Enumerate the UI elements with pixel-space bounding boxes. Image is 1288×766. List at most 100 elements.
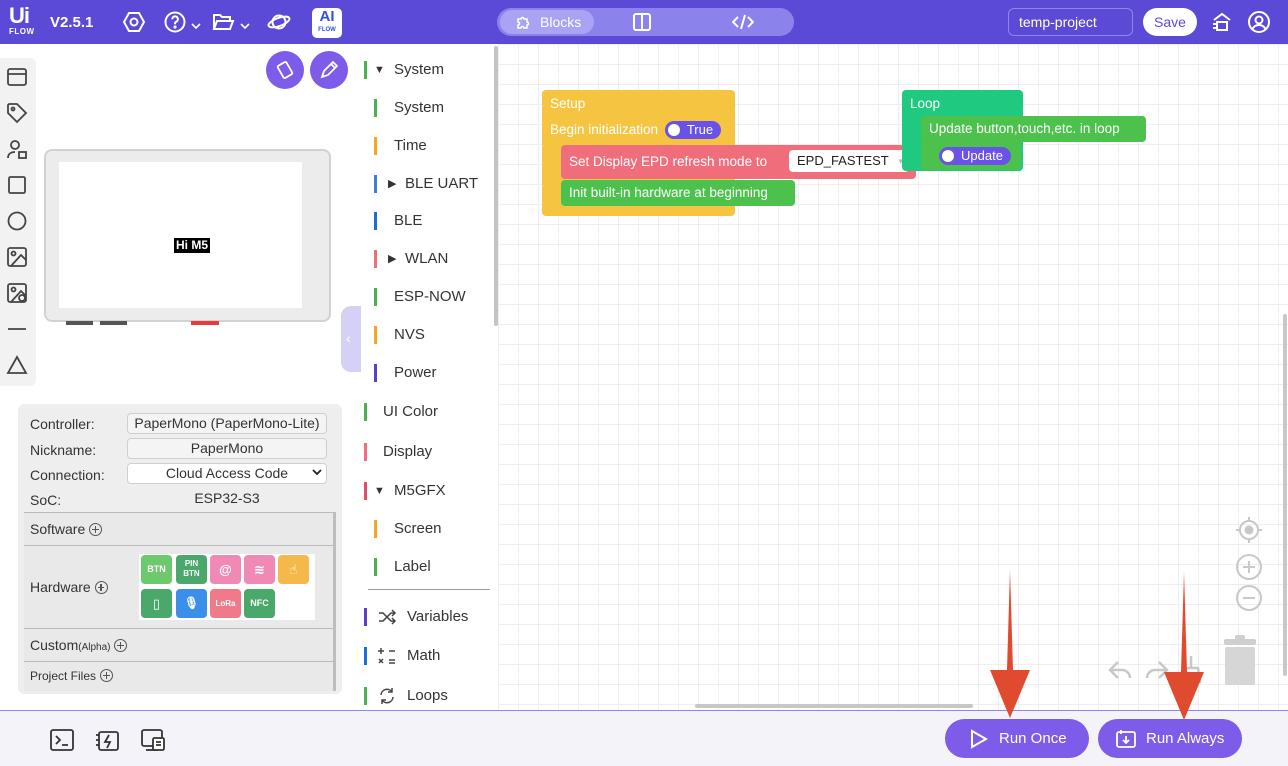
folder-chevron-down-icon[interactable] [240,17,250,30]
run-once-button[interactable]: Run Once [945,719,1089,758]
hw-chip-alarm[interactable]: ≋ [244,555,275,584]
terminal-icon[interactable] [49,727,75,753]
begin-init-toggle[interactable]: True [664,121,722,139]
category-item-m5gfx[interactable]: ▼ M5GFX [362,479,492,503]
play-icon [971,729,989,749]
category-item-ui-color[interactable]: UI Color [362,400,492,424]
category-item-system[interactable]: ▼ System [362,58,492,82]
image-plus-widget-icon[interactable] [6,282,28,304]
category-color-bar [374,175,377,193]
logo-bottom-text: FLOW [9,27,35,36]
image-widget-icon[interactable] [6,246,28,268]
project-files-section[interactable]: Project Files [24,661,336,691]
category-item-esp-now[interactable]: ESP-NOW [362,285,492,309]
category-item-time[interactable]: Time [362,134,492,158]
rotate-screen-button[interactable] [266,51,304,89]
set-display-refresh-block[interactable]: Set Display EPD refresh mode to EPD_FAST… [561,145,916,179]
category-item-screen[interactable]: Screen [362,517,492,541]
expanded-triangle-icon[interactable]: ▼ [374,58,385,82]
device-screen-icon[interactable] [140,727,166,753]
undo-icon[interactable] [1108,658,1134,684]
connection-select[interactable]: Cloud Access Code [127,463,327,484]
hw-chip-touch[interactable]: ☝ [278,555,309,584]
hw-chip-lora[interactable]: LoRa [210,589,241,618]
category-item-wlan[interactable]: ▶ WLAN [362,247,492,271]
collapsed-triangle-icon[interactable]: ▶ [388,172,396,196]
triangle-widget-icon[interactable] [6,354,28,376]
hw-chip-btn[interactable]: BTN [141,555,172,584]
hardware-title: Hardware [30,579,108,595]
hw-chip-at[interactable]: @ [210,555,241,584]
tag-widget-icon[interactable] [6,102,28,124]
refresh-mode-dropdown[interactable]: EPD_FASTEST ▾ [789,150,909,172]
category-color-bar [364,482,367,500]
workspace-horizontal-scrollbar[interactable] [695,704,973,708]
workspace-vertical-scrollbar[interactable] [1283,314,1287,676]
category-color-bar [374,99,377,117]
category-item-power[interactable]: Power [362,361,492,385]
software-section[interactable]: Software [24,512,336,546]
zoom-out-icon[interactable] [1235,584,1263,612]
user-avatar-icon[interactable] [1247,10,1271,34]
category-item-math[interactable]: Math [362,644,492,668]
line-widget-icon[interactable] [6,318,28,340]
category-item-ble-uart[interactable]: ▶ BLE UART [362,172,492,196]
category-item-variables[interactable]: Variables [362,605,492,629]
annotation-arrow-run-always [1164,572,1204,720]
category-label: Time [394,137,427,154]
run-once-label: Run Once [999,730,1067,747]
window-widget-icon[interactable] [6,66,28,88]
add-software-icon[interactable] [89,523,103,536]
rectangle-widget-icon[interactable] [6,174,28,196]
category-item-ble[interactable]: BLE [362,209,492,233]
help-icon[interactable] [163,10,187,34]
zoom-in-icon[interactable] [1235,553,1263,581]
trash-icon[interactable] [1222,635,1258,685]
user-lock-widget-icon[interactable] [6,138,28,160]
circle-widget-icon[interactable] [6,210,28,232]
hardware-section: Hardware BTN PIN BTN @ ≋ ☝ ▯ 🎙 LoRa NFC [24,545,336,629]
bottom-bar: Run Once Run Always [0,710,1288,766]
category-item-display[interactable]: Display [362,440,492,464]
save-button[interactable]: Save [1143,8,1197,36]
ai-sub-label: FLOW [318,27,336,33]
hw-chip-sd[interactable]: ▯ [141,589,172,618]
flash-firmware-icon[interactable] [94,727,120,753]
hw-chip-mic[interactable]: 🎙 [176,589,207,618]
device-screen[interactable]: Hi M5 [59,162,302,308]
hw-chip-pin-btn[interactable]: PIN BTN [176,555,207,584]
add-custom-icon[interactable] [114,639,128,652]
collapse-panel-handle[interactable]: ‹ [341,306,361,372]
edit-ui-button[interactable] [310,51,348,89]
ai-flow-button[interactable]: AI FLOW [312,8,342,38]
project-name-field[interactable]: temp-project [1008,8,1133,36]
screen-label-text[interactable]: Hi M5 [174,238,211,253]
add-hardware-icon[interactable] [94,581,108,594]
category-item-label[interactable]: Label [362,555,492,579]
help-chevron-down-icon[interactable] [191,17,201,30]
add-project-file-icon[interactable] [100,669,114,682]
run-always-button[interactable]: Run Always [1098,719,1242,758]
hw-chip-nfc[interactable]: NFC [244,589,275,618]
tab-blocks[interactable]: Blocks [500,10,594,34]
recenter-icon[interactable] [1234,515,1264,545]
custom-section[interactable]: Custom(Alpha) [24,628,336,662]
collapsed-triangle-icon[interactable]: ▶ [388,247,396,271]
code-view-icon[interactable] [731,12,755,32]
category-item-system[interactable]: System [362,96,492,120]
update-loop-block[interactable]: Update button,touch,etc. in loop [921,116,1146,142]
cloud-delete-icon[interactable] [1210,10,1234,34]
category-item-nvs[interactable]: NVS [362,323,492,347]
nickname-field[interactable]: PaperMono [127,438,327,459]
settings-hex-icon[interactable] [122,10,146,34]
split-view-icon[interactable] [632,12,652,32]
controller-value[interactable]: PaperMono (PaperMono-Lite) [127,413,327,434]
folder-open-icon[interactable] [211,10,235,34]
device-info-panel: Controller: PaperMono (PaperMono-Lite) N… [18,404,342,694]
planet-icon[interactable] [267,10,291,34]
update-toggle[interactable]: Update [939,147,1011,165]
category-item-loops[interactable]: Loops [362,684,492,708]
init-hardware-block[interactable]: Init built-in hardware at beginning [561,180,795,206]
category-color-bar [374,326,377,344]
expanded-triangle-icon[interactable]: ▼ [374,479,385,503]
